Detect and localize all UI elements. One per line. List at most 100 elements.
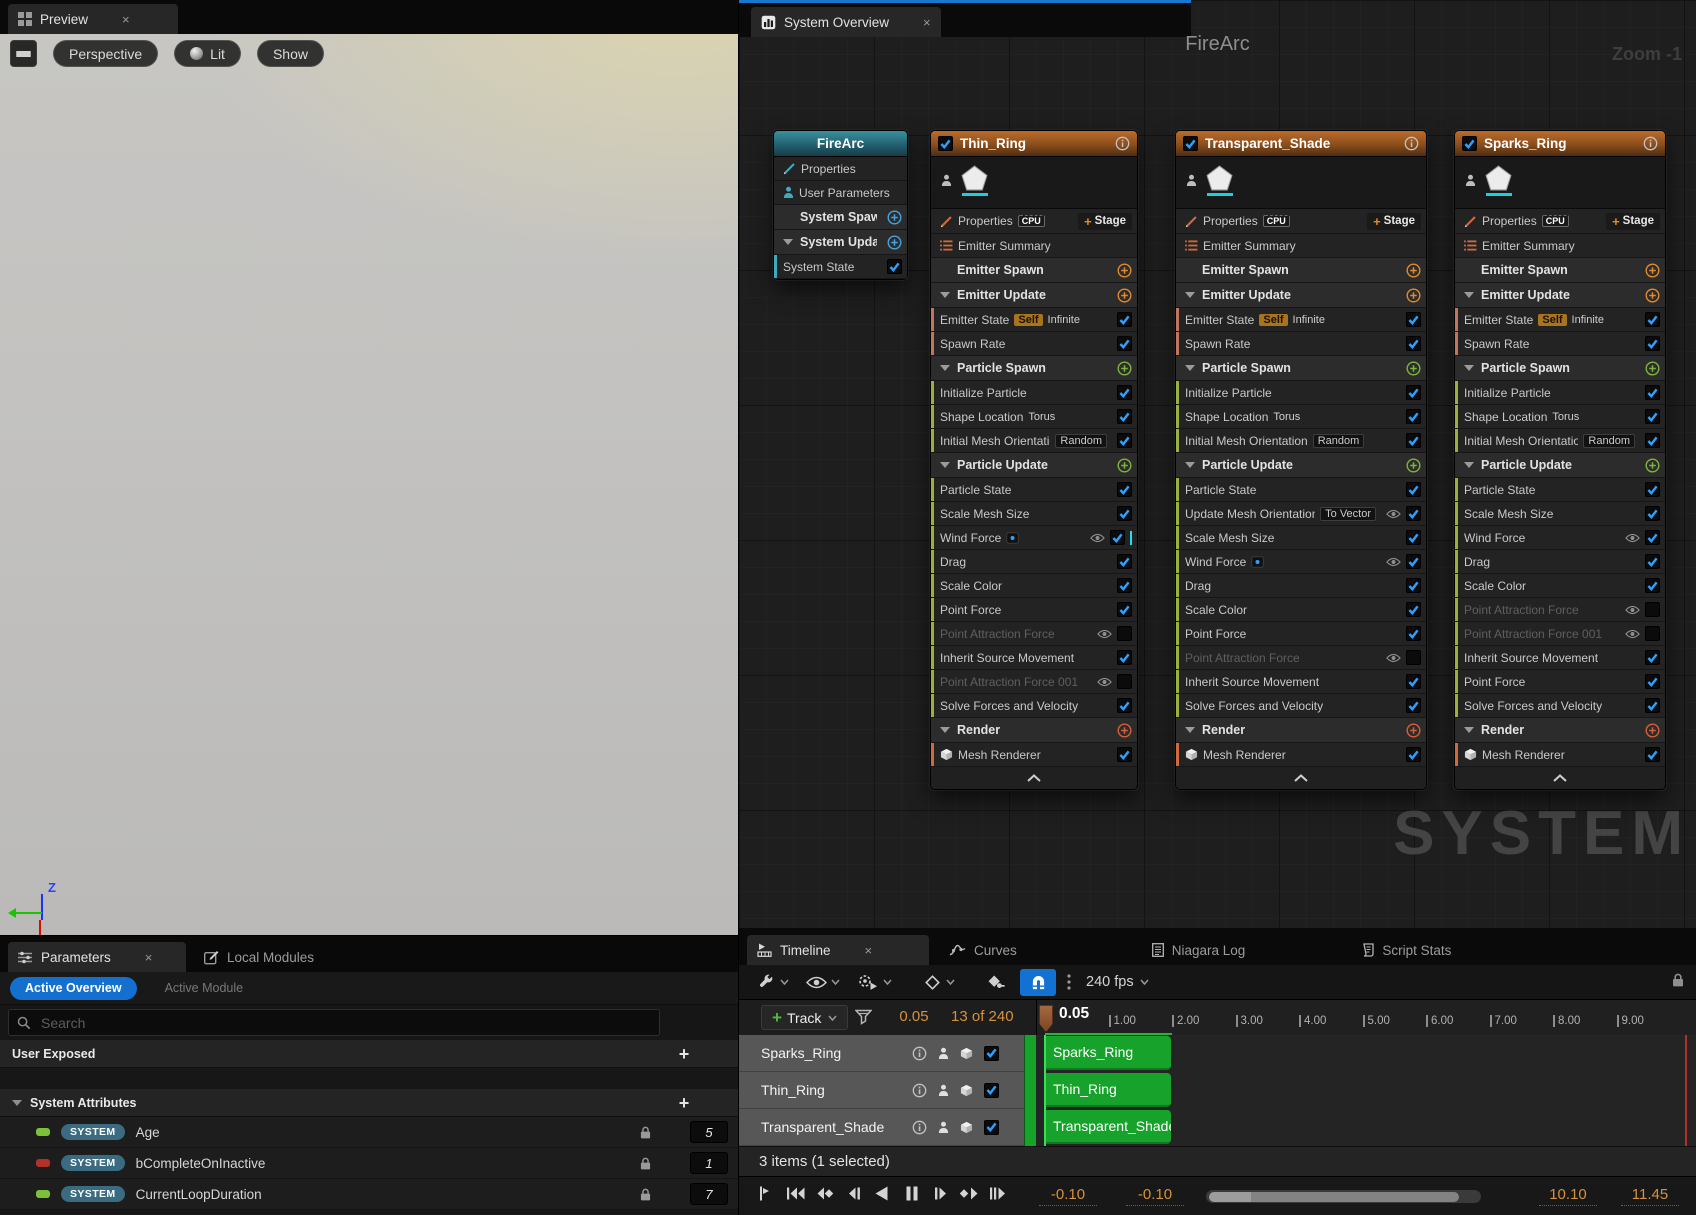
add-stage-item-icon[interactable]: [1645, 361, 1660, 376]
module-drag[interactable]: Drag: [1176, 574, 1426, 598]
module-particle-state[interactable]: Particle State: [931, 478, 1137, 502]
module-initialize-particle[interactable]: Initialize Particle: [931, 381, 1137, 405]
module-enabled-checkbox[interactable]: [1117, 482, 1132, 497]
add-stage-item-icon[interactable]: [1645, 263, 1660, 278]
module-enabled-checkbox[interactable]: [1406, 626, 1421, 641]
viewport-menu-button[interactable]: [10, 40, 37, 67]
module-inherit-source-movement[interactable]: Inherit Source Movement: [1176, 670, 1426, 694]
add-parameter-button[interactable]: +: [672, 1091, 696, 1115]
to-end-button[interactable]: [989, 1186, 1009, 1201]
playhead-line[interactable]: [1044, 1035, 1046, 1146]
module-mesh-renderer[interactable]: Mesh Renderer: [1176, 743, 1426, 767]
module-emitter-state[interactable]: Emitter StateSelfInfinite: [931, 308, 1137, 332]
add-stage-item-icon[interactable]: [1117, 361, 1132, 376]
module-solve-forces-and-velocity[interactable]: Solve Forces and Velocity: [1176, 694, 1426, 718]
module-emitter-summary[interactable]: Emitter Summary: [1176, 234, 1426, 258]
section-header-user-exposed[interactable]: User Exposed+: [0, 1040, 738, 1068]
emitter-node-transparent-shade[interactable]: Transparent_ShadePropertiesCPU+StageEmit…: [1175, 130, 1427, 790]
track-enabled-checkbox[interactable]: [984, 1083, 999, 1098]
module-enabled-checkbox[interactable]: [1406, 698, 1421, 713]
system-overview-graph[interactable]: System Overview × FireArc Zoom -1 SYSTEM…: [738, 0, 1696, 928]
parameter-row-age[interactable]: SYSTEMAge5: [0, 1117, 738, 1148]
module-properties[interactable]: PropertiesCPU+Stage: [1176, 209, 1426, 234]
play-reverse-button[interactable]: [873, 1186, 893, 1201]
module-point-attraction-force[interactable]: Point Attraction Force: [1176, 646, 1426, 670]
module-enabled-checkbox[interactable]: [1117, 747, 1132, 762]
module-enabled-checkbox[interactable]: [1117, 312, 1132, 327]
module-enabled-checkbox[interactable]: [1110, 530, 1125, 545]
close-icon[interactable]: ×: [122, 12, 130, 27]
to-front-button[interactable]: [786, 1186, 806, 1201]
module-particle-state[interactable]: Particle State: [1176, 478, 1426, 502]
stage-particle-update[interactable]: Particle Update: [1455, 453, 1665, 478]
module-emitter-state[interactable]: Emitter StateSelfInfinite: [1176, 308, 1426, 332]
module-initialize-particle[interactable]: Initialize Particle: [1455, 381, 1665, 405]
fps-dropdown[interactable]: 240 fps: [1086, 974, 1149, 990]
module-system-state[interactable]: System State: [774, 255, 907, 279]
info-icon[interactable]: [912, 1046, 927, 1061]
module-enabled-checkbox[interactable]: [1406, 554, 1421, 569]
module-enabled-checkbox[interactable]: [1117, 650, 1132, 665]
track-enabled-checkbox[interactable]: [984, 1046, 999, 1061]
module-enabled-checkbox[interactable]: [1406, 433, 1421, 448]
module-enabled-checkbox[interactable]: [1117, 336, 1132, 351]
expanded-triangle-icon[interactable]: [940, 727, 950, 733]
module-scale-color[interactable]: Scale Color: [1176, 598, 1426, 622]
track-row-transparent-shade[interactable]: Transparent_Shade: [739, 1109, 1024, 1146]
module-enabled-checkbox[interactable]: [1645, 626, 1660, 641]
module-solve-forces-and-velocity[interactable]: Solve Forces and Velocity: [1455, 694, 1665, 718]
module-enabled-checkbox[interactable]: [1645, 674, 1660, 689]
stage-emitter-spawn[interactable]: Emitter Spawn: [1176, 258, 1426, 283]
stage-particle-spawn[interactable]: Particle Spawn: [931, 356, 1137, 381]
module-properties[interactable]: Properties: [774, 157, 907, 181]
add-stage-item-icon[interactable]: [1117, 458, 1132, 473]
module-enabled-checkbox[interactable]: [1645, 385, 1660, 400]
module-shape-location[interactable]: Shape LocationTorus: [1455, 405, 1665, 429]
module-spawn-rate[interactable]: Spawn Rate: [1176, 332, 1426, 356]
stage-emitter-update[interactable]: Emitter Update: [1455, 283, 1665, 308]
module-properties[interactable]: PropertiesCPU+Stage: [931, 209, 1137, 234]
module-enabled-checkbox[interactable]: [1406, 530, 1421, 545]
emitter-enabled-checkbox[interactable]: [1462, 136, 1477, 151]
module-point-attraction-force[interactable]: Point Attraction Force: [931, 622, 1137, 646]
tab-local-modules[interactable]: Local Modules: [194, 942, 324, 972]
module-initial-mesh-orientation[interactable]: Initial Mesh OrientationRandom: [1176, 429, 1426, 453]
visibility-eye-icon[interactable]: [1386, 653, 1401, 663]
stage-emitter-update[interactable]: Emitter Update: [931, 283, 1137, 308]
module-emitter-state[interactable]: Emitter StateSelfInfinite: [1455, 308, 1665, 332]
track-enabled-checkbox[interactable]: [984, 1120, 999, 1135]
view-options-button[interactable]: [804, 973, 842, 992]
module-spawn-rate[interactable]: Spawn Rate: [931, 332, 1137, 356]
pause-button[interactable]: [902, 1186, 922, 1201]
show-button[interactable]: Show: [257, 40, 324, 67]
timeline-scrollbar[interactable]: [1206, 1190, 1481, 1203]
playback-options-button[interactable]: [755, 971, 791, 994]
stage-system-spawn[interactable]: System Spawn: [774, 205, 907, 230]
close-icon[interactable]: ×: [145, 950, 153, 965]
lit-button[interactable]: Lit: [174, 40, 241, 67]
module-user-parameters[interactable]: User Parameters: [774, 181, 907, 205]
scrollbar-thumb[interactable]: [1209, 1192, 1459, 1202]
close-icon[interactable]: ×: [865, 943, 873, 958]
keyframe-options-button[interactable]: [921, 970, 957, 995]
info-icon[interactable]: [1643, 136, 1658, 151]
collapse-triangle-icon[interactable]: [12, 1100, 22, 1106]
tab-preview[interactable]: Preview ×: [8, 4, 178, 34]
module-enabled-checkbox[interactable]: [1645, 530, 1660, 545]
module-mesh-renderer[interactable]: Mesh Renderer: [1455, 743, 1665, 767]
module-scale-mesh-size[interactable]: Scale Mesh Size: [931, 502, 1137, 526]
module-scale-mesh-size[interactable]: Scale Mesh Size: [1176, 526, 1426, 550]
module-enabled-checkbox[interactable]: [1645, 506, 1660, 521]
expanded-triangle-icon[interactable]: [1185, 727, 1195, 733]
step-back-button[interactable]: [844, 1186, 864, 1201]
module-emitter-summary[interactable]: Emitter Summary: [931, 234, 1137, 258]
module-point-attraction-force-001[interactable]: Point Attraction Force 001: [1455, 622, 1665, 646]
add-stage-item-icon[interactable]: [1406, 723, 1421, 738]
lock-icon[interactable]: [1672, 973, 1684, 992]
module-enabled-checkbox[interactable]: [1645, 698, 1660, 713]
next-key-button[interactable]: [960, 1186, 980, 1201]
collapse-node-button[interactable]: [1455, 767, 1665, 789]
add-parameter-button[interactable]: +: [672, 1042, 696, 1066]
module-enabled-checkbox[interactable]: [1645, 747, 1660, 762]
module-enabled-checkbox[interactable]: [1406, 747, 1421, 762]
